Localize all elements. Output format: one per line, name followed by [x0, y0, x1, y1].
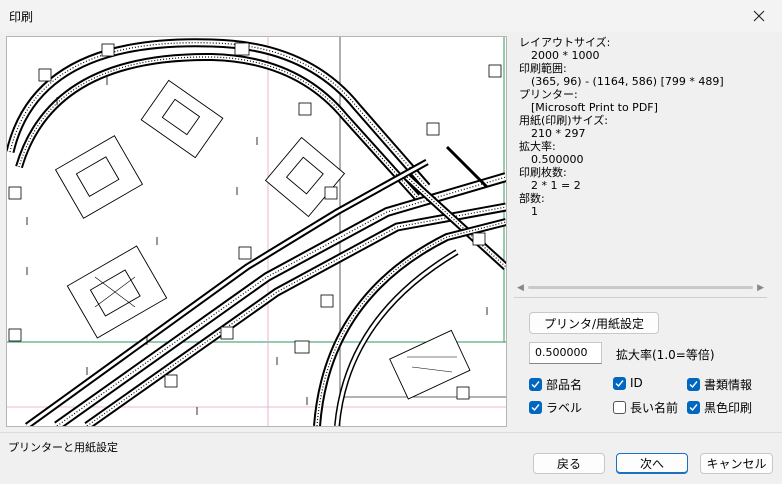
- paper-size-label: 用紙(印刷)サイズ:: [519, 114, 608, 127]
- checkbox-checked-icon: [613, 376, 626, 390]
- cancel-button[interactable]: キャンセル: [700, 453, 773, 474]
- scroll-left-icon[interactable]: ◀: [517, 283, 524, 293]
- copies-label: 部数:: [519, 192, 545, 205]
- checkbox-black-print[interactable]: 黒色印刷: [687, 399, 752, 416]
- scrollbar-thumb[interactable]: [528, 286, 753, 289]
- zoom-input[interactable]: 0.500000: [529, 342, 602, 364]
- checkbox-checked-icon: [529, 378, 542, 391]
- title-bar: 印刷: [0, 0, 782, 32]
- checkbox-label: 書類情報: [704, 378, 753, 392]
- checkbox-label: 黒色印刷: [704, 401, 753, 415]
- scale-label: 拡大率:: [519, 140, 556, 153]
- sheet-count-value: 2 * 1 = 2: [531, 179, 581, 192]
- layout-size-value: 2000 * 1000: [531, 49, 600, 62]
- divider: [514, 297, 767, 298]
- checkbox-checked-icon: [687, 401, 700, 414]
- print-range-value: (365, 96) - (1164, 586) [799 * 489]: [531, 75, 724, 88]
- layout-size-label: レイアウトサイズ:: [519, 36, 611, 49]
- checkbox-label: 長い名前: [630, 401, 679, 415]
- close-button[interactable]: [736, 0, 782, 32]
- scale-value: 0.500000: [531, 153, 584, 166]
- print-info-panel: レイアウトサイズ: 2000 * 1000 印刷範囲: (365, 96) - …: [514, 36, 767, 276]
- checkbox-label: ラベル: [546, 401, 583, 415]
- checkbox-unchecked-icon: [613, 401, 626, 414]
- footer-divider: [0, 432, 782, 433]
- checkbox-doc-info[interactable]: 書類情報: [687, 376, 752, 393]
- printer-setup-button[interactable]: プリンタ/用紙設定: [529, 312, 659, 334]
- paper-size-value: 210 * 297: [531, 127, 586, 140]
- checkbox-checked-icon: [529, 401, 542, 414]
- track-layout-drawing: [7, 37, 506, 426]
- next-button[interactable]: 次へ: [616, 453, 688, 474]
- print-preview[interactable]: [6, 36, 507, 427]
- status-text: プリンターと用紙設定: [8, 441, 118, 454]
- printer-label: プリンター:: [519, 88, 578, 101]
- checkbox-part-name[interactable]: 部品名: [529, 376, 582, 393]
- close-icon: [753, 10, 765, 22]
- print-range-label: 印刷範囲:: [519, 62, 567, 75]
- checkbox-label-option[interactable]: ラベル: [529, 399, 582, 416]
- info-horizontal-scrollbar[interactable]: ◀ ▶: [514, 280, 767, 296]
- checkbox-long-name[interactable]: 長い名前: [613, 399, 678, 416]
- checkbox-checked-icon: [687, 378, 700, 391]
- checkbox-id[interactable]: ID: [613, 376, 643, 390]
- printer-value: [Microsoft Print to PDF]: [531, 101, 658, 114]
- checkbox-label: ID: [630, 376, 643, 390]
- sheet-count-label: 印刷枚数:: [519, 166, 567, 179]
- copies-value: 1: [531, 205, 538, 218]
- scroll-right-icon[interactable]: ▶: [757, 283, 764, 293]
- back-button[interactable]: 戻る: [533, 453, 605, 474]
- checkbox-label: 部品名: [546, 378, 583, 392]
- window-title: 印刷: [9, 10, 34, 24]
- zoom-label: 拡大率(1.0=等倍): [616, 348, 715, 362]
